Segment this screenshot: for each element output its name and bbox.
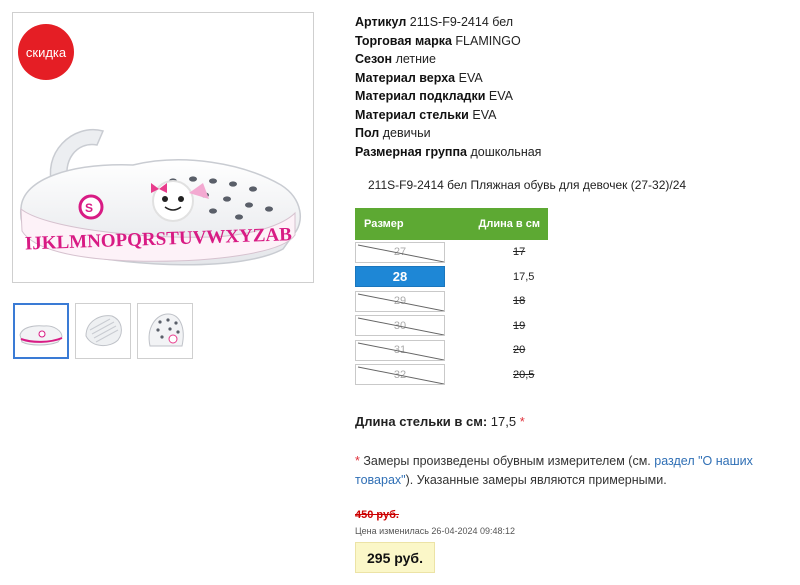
note-text-after: ). Указанные замеры являются примерными. — [405, 473, 667, 487]
size-rows: 27 17 28 17,5 29 18 30 19 31 20 32 20,5 — [355, 240, 548, 387]
spec-upper-material: Материал верха EVA — [355, 70, 483, 85]
insole-length-label: Длина стельки в см: — [355, 414, 488, 429]
size-option-31: 31 — [355, 339, 445, 361]
size-row: 31 20 — [355, 338, 548, 363]
size-length-value: 20 — [513, 344, 526, 357]
main-product-photo[interactable]: IJKLMNOPQRSTUVWXYZAB S скидка — [12, 12, 314, 283]
size-length-value: 20,5 — [513, 368, 535, 381]
price-changed-date: Цена изменилась 26-04-2024 09:48:12 — [355, 526, 516, 536]
size-row: 28 17,5 — [355, 265, 548, 290]
unavailable-strike-icon — [357, 342, 444, 360]
size-row: 32 20,5 — [355, 363, 548, 388]
size-row: 27 17 — [355, 240, 548, 265]
size-length-value: 19 — [513, 319, 526, 332]
thumbnail-top-view[interactable] — [137, 303, 193, 359]
unavailable-strike-icon — [357, 244, 444, 262]
size-option-28[interactable]: 28 — [355, 266, 445, 288]
unavailable-strike-icon — [357, 317, 444, 336]
thumbnail-side-view[interactable] — [13, 303, 69, 359]
spec-size-group: Размерная группа дошкольная — [355, 144, 542, 159]
size-option-30: 30 — [355, 315, 445, 337]
size-length-value: 17 — [513, 246, 526, 259]
clog-thumb-icon — [19, 325, 63, 346]
note-text-before: Замеры произведены обувным измерителем (… — [363, 454, 651, 468]
unavailable-strike-icon — [357, 293, 444, 311]
spec-season: Сезон летние — [355, 52, 436, 66]
thumbnail-sole-view[interactable] — [75, 303, 131, 359]
size-length-value: 17,5 — [513, 270, 535, 283]
sale-badge: скидка — [18, 24, 74, 80]
product-description-line: 211S-F9-2414 бел Пляжная обувь для девоч… — [368, 178, 687, 192]
old-price: 450 руб. — [355, 509, 399, 521]
sole-thumb-icon — [85, 315, 122, 346]
size-table: Размер Длина в см 27 17 28 17,5 29 18 30 19 31 20… — [355, 208, 548, 387]
spec-insole-material: Материал стельки EVA — [355, 107, 497, 122]
size-table-header: Размер Длина в см — [355, 208, 548, 240]
size-row: 30 19 — [355, 314, 548, 339]
size-option-label: 28 — [392, 269, 408, 285]
length-header: Длина в см — [478, 218, 540, 230]
size-header: Размер — [364, 218, 404, 230]
thumbnail-strip — [13, 303, 193, 359]
insole-asterisk: * — [519, 414, 525, 429]
spec-lining-material: Материал подкладки EVA — [355, 89, 513, 103]
svg-text:S: S — [85, 201, 93, 215]
insole-length: Длина стельки в см: 17,5 * — [355, 414, 525, 429]
measurement-note: * Замеры произведены обувным измерителем… — [355, 452, 765, 490]
size-option-27: 27 — [355, 241, 445, 263]
spec-brand: Торговая марка FLAMINGO — [355, 33, 521, 48]
current-price: 295 руб. — [355, 542, 435, 573]
size-length-value: 18 — [513, 295, 526, 308]
spec-gender: Пол девичьи — [355, 126, 431, 140]
top-thumb-icon — [148, 313, 184, 347]
note-asterisk: * — [355, 454, 360, 468]
size-row: 29 18 — [355, 289, 548, 314]
size-option-32: 32 — [355, 364, 445, 386]
product-specs: Артикул 211S-F9-2414 бел Торговая марка … — [355, 13, 541, 161]
unavailable-strike-icon — [357, 366, 444, 385]
size-option-29: 29 — [355, 290, 445, 312]
insole-length-value: 17,5 — [490, 414, 517, 429]
spec-article: Артикул 211S-F9-2414 бел — [355, 15, 514, 29]
